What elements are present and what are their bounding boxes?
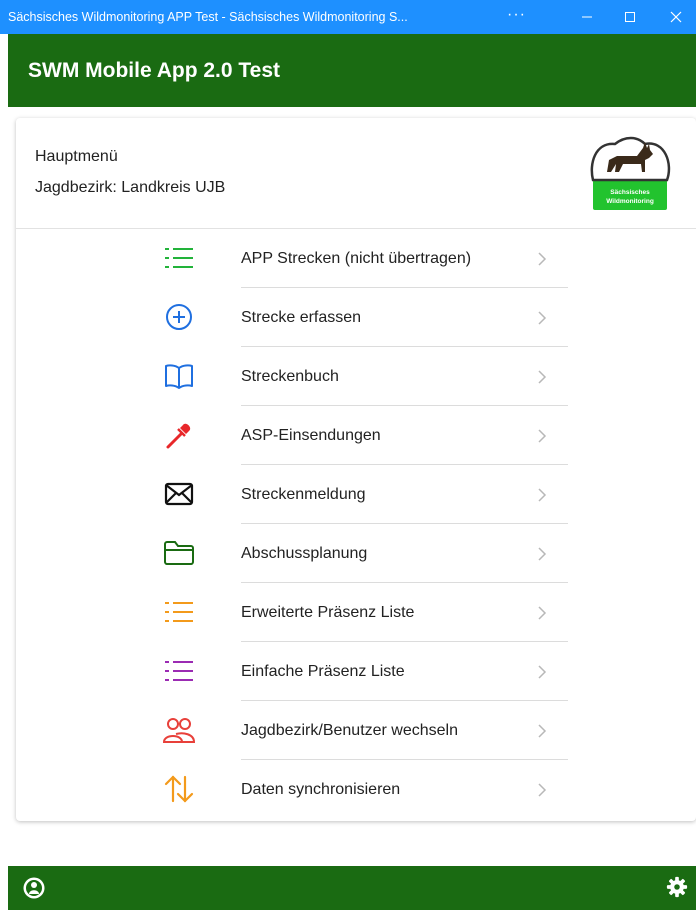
maximize-icon bbox=[625, 12, 635, 22]
user-account-button[interactable] bbox=[22, 876, 46, 900]
chevron-right-icon bbox=[538, 783, 547, 797]
close-button[interactable] bbox=[656, 0, 696, 34]
add-circle-icon bbox=[162, 300, 196, 334]
window-titlebar: Sächsisches Wildmonitoring APP Test - Sä… bbox=[0, 0, 696, 34]
menu-item-label: Daten synchronisieren bbox=[241, 781, 401, 798]
hunting-district-label: Jagdbezirk: Landkreis UJB bbox=[35, 179, 226, 196]
list-icon bbox=[162, 241, 196, 275]
settings-gear-button[interactable] bbox=[666, 876, 688, 898]
list-icon bbox=[162, 654, 196, 688]
wildmonitoring-logo: Sächsisches Wildmonitoring bbox=[590, 136, 671, 210]
menu-item-label: Streckenbuch bbox=[241, 368, 339, 385]
menu-item-einfache-praesenz-liste[interactable]: Einfache Präsenz Liste bbox=[162, 642, 568, 701]
svg-text:Wildmonitoring: Wildmonitoring bbox=[606, 198, 654, 205]
menu-item-streckenmeldung[interactable]: Streckenmeldung bbox=[162, 465, 568, 524]
main-menu-card: Hauptmenü Jagdbezirk: Landkreis UJB Säch… bbox=[16, 118, 696, 821]
bottom-toolbar bbox=[8, 866, 696, 910]
window-title: Sächsisches Wildmonitoring APP Test - Sä… bbox=[8, 10, 408, 24]
chevron-right-icon bbox=[538, 547, 547, 561]
menu-item-erweiterte-praesenz-liste[interactable]: Erweiterte Präsenz Liste bbox=[162, 583, 568, 642]
menu-item-label: Streckenmeldung bbox=[241, 486, 366, 503]
more-options-button[interactable]: ··· bbox=[507, 6, 526, 24]
menu-item-app-strecken[interactable]: APP Strecken (nicht übertragen) bbox=[162, 229, 568, 288]
list-icon bbox=[162, 595, 196, 629]
menu-item-label: Abschussplanung bbox=[241, 545, 368, 562]
chevron-right-icon bbox=[538, 370, 547, 384]
maximize-button[interactable] bbox=[610, 0, 650, 34]
menu-item-streckenbuch[interactable]: Streckenbuch bbox=[162, 347, 568, 406]
svg-text:Sächsisches: Sächsisches bbox=[610, 189, 650, 196]
menu-item-label: ASP-Einsendungen bbox=[241, 427, 381, 444]
minimize-button[interactable] bbox=[567, 0, 607, 34]
folder-icon bbox=[162, 536, 196, 570]
card-header: Hauptmenü Jagdbezirk: Landkreis UJB Säch… bbox=[16, 118, 696, 229]
pipette-icon bbox=[162, 418, 196, 452]
page-title: Hauptmenü bbox=[35, 148, 118, 165]
menu-item-label: Einfache Präsenz Liste bbox=[241, 663, 405, 680]
menu-item-label: Jagdbezirk/Benutzer wechseln bbox=[241, 722, 459, 739]
chevron-right-icon bbox=[538, 429, 547, 443]
menu-item-label: Erweiterte Präsenz Liste bbox=[241, 604, 415, 621]
app-title: SWM Mobile App 2.0 Test bbox=[28, 58, 281, 82]
minimize-icon bbox=[582, 16, 592, 18]
app-header: SWM Mobile App 2.0 Test bbox=[8, 34, 696, 107]
close-icon bbox=[670, 11, 682, 23]
menu-item-label: APP Strecken (nicht übertragen) bbox=[241, 250, 472, 267]
book-icon bbox=[162, 359, 196, 393]
chevron-right-icon bbox=[538, 311, 547, 325]
menu-item-strecke-erfassen[interactable]: Strecke erfassen bbox=[162, 288, 568, 347]
users-icon bbox=[162, 713, 196, 747]
menu-item-label: Strecke erfassen bbox=[241, 309, 362, 326]
menu-item-jagdbezirk-benutzer-wechseln[interactable]: Jagdbezirk/Benutzer wechseln bbox=[162, 701, 568, 760]
sync-arrows-icon bbox=[162, 772, 196, 806]
chevron-right-icon bbox=[538, 488, 547, 502]
menu-item-daten-synchronisieren[interactable]: Daten synchronisieren bbox=[162, 760, 568, 819]
chevron-right-icon bbox=[538, 724, 547, 738]
chevron-right-icon bbox=[538, 665, 547, 679]
mail-icon bbox=[162, 477, 196, 511]
chevron-right-icon bbox=[538, 252, 547, 266]
menu-item-asp-einsendungen[interactable]: ASP-Einsendungen bbox=[162, 406, 568, 465]
menu-item-abschussplanung[interactable]: Abschussplanung bbox=[162, 524, 568, 583]
chevron-right-icon bbox=[538, 606, 547, 620]
